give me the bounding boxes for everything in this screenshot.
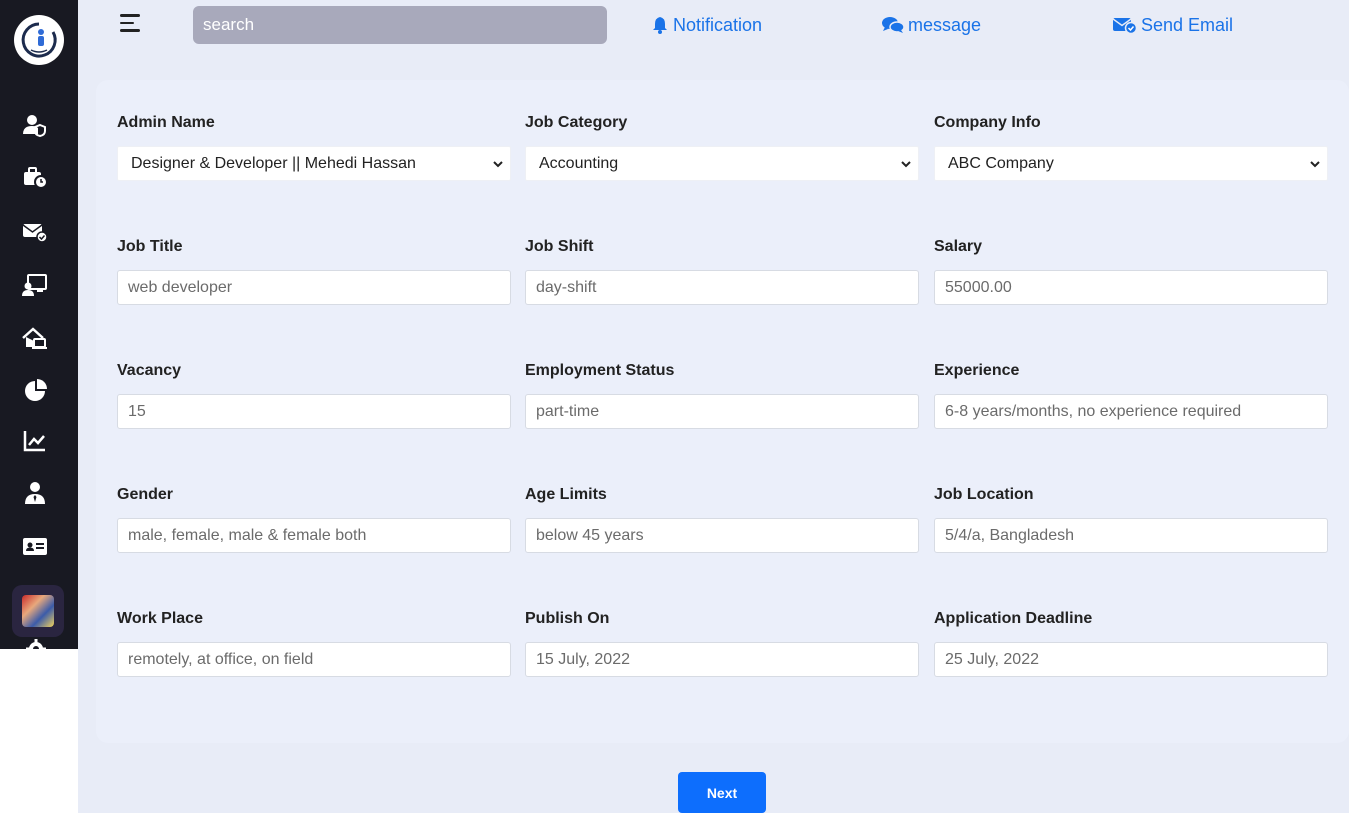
vacancy-input[interactable] [117, 394, 511, 429]
employment-status-input[interactable] [525, 394, 919, 429]
message-link[interactable]: message [882, 14, 981, 36]
bell-icon [653, 17, 667, 34]
admin-name-label: Admin Name [117, 114, 215, 131]
application-deadline-label: Application Deadline [934, 610, 1093, 627]
company-info-select[interactable]: ABC Company [934, 146, 1328, 181]
salary-label: Salary [934, 238, 983, 255]
message-label: message [908, 14, 982, 35]
send-email-label: Send Email [1141, 14, 1234, 35]
job-shift-field: Job Shift [525, 238, 919, 305]
job-shift-label: Job Shift [525, 238, 594, 255]
gear-icon[interactable] [25, 638, 47, 649]
chevron-down-icon [493, 160, 503, 167]
experience-input[interactable] [934, 394, 1328, 429]
salary-field: Salary [934, 238, 1328, 305]
employment-status-field: Employment Status [525, 362, 919, 429]
age-limits-field: Age Limits [525, 486, 919, 553]
sidebar-item-analytics[interactable] [22, 428, 48, 454]
logo-icon [19, 20, 59, 60]
job-location-input[interactable] [934, 518, 1328, 553]
admin-name-select[interactable]: Designer & Developer || Mehedi Hassan [117, 146, 511, 181]
pie-chart-icon [25, 379, 47, 401]
user-shield-icon [23, 115, 46, 138]
menu-toggle-icon[interactable] [120, 14, 144, 36]
chevron-down-icon [901, 160, 911, 167]
sidebar-item-admin[interactable] [22, 112, 48, 138]
job-shift-input[interactable] [525, 270, 919, 305]
envelope-check-icon [1113, 18, 1137, 34]
work-place-label: Work Place [117, 610, 203, 627]
job-location-label: Job Location [934, 486, 1034, 503]
company-info-value: ABC Company [948, 154, 1054, 172]
sidebar-item-training[interactable] [22, 272, 48, 298]
logo[interactable] [14, 15, 64, 65]
age-limits-input[interactable] [525, 518, 919, 553]
experience-label: Experience [934, 362, 1020, 379]
notification-link[interactable]: Notification [651, 14, 762, 36]
job-title-input[interactable] [117, 270, 511, 305]
sidebar-footer-space [0, 649, 78, 813]
job-category-label: Job Category [525, 114, 628, 131]
vacancy-field: Vacancy [117, 362, 511, 429]
comments-icon [882, 17, 904, 33]
briefcase-clock-icon [24, 167, 48, 189]
employment-status-label: Employment Status [525, 362, 675, 379]
admin-name-field: Admin Name Designer & Developer || Mehed… [117, 114, 511, 181]
job-category-value: Accounting [539, 154, 619, 172]
avatar-image [22, 595, 54, 627]
experience-field: Experience [934, 362, 1328, 429]
company-info-label: Company Info [934, 114, 1041, 131]
application-deadline-input[interactable] [934, 642, 1328, 677]
sidebar-item-id-card[interactable] [22, 534, 48, 560]
age-limits-label: Age Limits [525, 486, 607, 503]
publish-on-input[interactable] [525, 642, 919, 677]
sidebar-item-mail[interactable] [22, 218, 48, 244]
gender-input[interactable] [117, 518, 511, 553]
next-button[interactable]: Next [678, 772, 766, 813]
job-title-label: Job Title [117, 238, 183, 255]
user-tie-icon [25, 482, 45, 504]
line-chart-icon [23, 431, 45, 452]
gender-label: Gender [117, 486, 174, 503]
sidebar-item-remote[interactable] [22, 326, 48, 352]
send-email-link[interactable]: Send Email [1113, 14, 1233, 36]
notification-label: Notification [673, 14, 763, 35]
job-category-field: Job Category Accounting [525, 114, 919, 181]
company-info-field: Company Info ABC Company [934, 114, 1328, 181]
sidebar-item-jobs[interactable] [22, 164, 48, 190]
vacancy-label: Vacancy [117, 362, 182, 379]
envelope-check-icon [22, 224, 48, 243]
publish-on-field: Publish On [525, 610, 919, 677]
job-title-field: Job Title [117, 238, 511, 305]
salary-input[interactable] [934, 270, 1328, 305]
work-place-input[interactable] [117, 642, 511, 677]
id-card-icon [23, 538, 47, 555]
search-input[interactable] [193, 6, 607, 44]
profile-avatar[interactable] [12, 585, 64, 637]
chalkboard-user-icon [22, 274, 47, 296]
publish-on-label: Publish On [525, 610, 610, 627]
house-laptop-icon [22, 327, 47, 349]
application-deadline-field: Application Deadline [934, 610, 1328, 677]
sidebar-item-users[interactable] [22, 480, 48, 506]
sidebar-item-reports[interactable] [22, 378, 48, 404]
job-form-card: Admin Name Designer & Developer || Mehed… [96, 80, 1349, 743]
job-location-field: Job Location [934, 486, 1328, 553]
job-category-select[interactable]: Accounting [525, 146, 919, 181]
chevron-down-icon [1310, 160, 1320, 167]
admin-name-value: Designer & Developer || Mehedi Hassan [131, 154, 416, 172]
sidebar [0, 0, 78, 649]
gender-field: Gender [117, 486, 511, 553]
work-place-field: Work Place [117, 610, 511, 677]
